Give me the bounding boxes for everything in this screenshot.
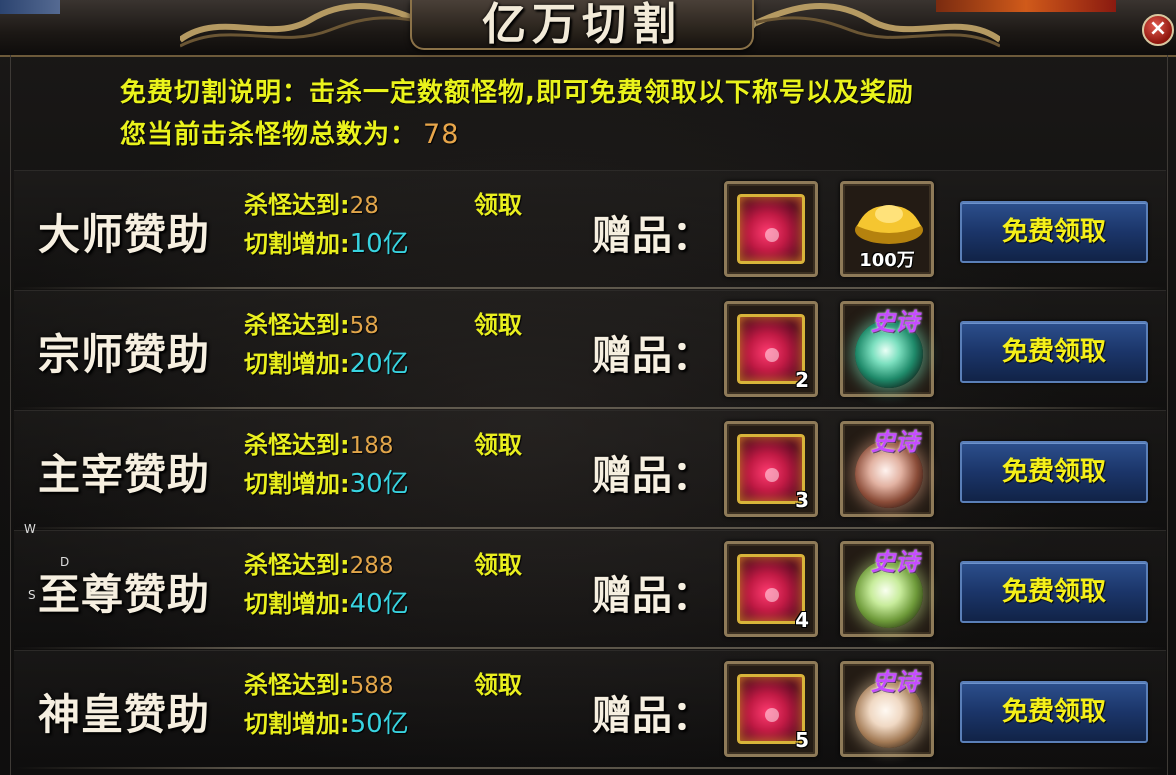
free-claim-button[interactable]: 免费领取 — [960, 321, 1148, 383]
reward-slot-bag[interactable]: 3 — [724, 421, 818, 517]
sponsor-title: 宗师赞助 — [38, 330, 211, 379]
kill-requirement-value: 588 — [349, 673, 394, 699]
kill-requirement: 杀怪达到:288 — [244, 545, 394, 580]
gift-label: 赠品： — [592, 212, 712, 259]
claim-status: 领取 — [474, 311, 522, 339]
reward-slot-bag[interactable] — [724, 181, 818, 277]
cut-bonus-label: 切割增加: — [244, 590, 350, 618]
kill-count-label: 您当前击杀怪物总数为： — [120, 120, 418, 150]
epic-badge: 史诗 — [871, 307, 919, 336]
kill-count-line: 您当前击杀怪物总数为： 78 — [120, 114, 459, 151]
sponsor-title: 至尊赞助 — [38, 570, 211, 619]
reward-slot-bag[interactable]: 5 — [724, 661, 818, 757]
sponsor-title: 神皇赞助 — [38, 690, 211, 739]
overlay-hint-w: W — [24, 522, 36, 536]
claim-status: 领取 — [474, 671, 522, 699]
row-divider — [14, 527, 1166, 529]
gift-label: 赠品： — [592, 692, 712, 739]
cut-bonus: 切割增加:10亿 — [244, 223, 409, 260]
cut-bonus-label: 切割增加: — [244, 230, 350, 258]
cut-bonus-value: 20亿 — [349, 349, 409, 379]
title-plate: 亿万切割 — [410, 0, 754, 50]
row-divider — [14, 287, 1166, 289]
bag-quantity: 5 — [795, 728, 809, 752]
gift-bag-icon — [737, 194, 805, 264]
cut-bonus-value: 30亿 — [349, 469, 409, 499]
kill-requirement-value: 188 — [349, 433, 394, 459]
row-divider — [14, 647, 1166, 649]
ingot-quantity: 100万 — [859, 250, 915, 271]
kill-requirement: 杀怪达到:188 — [244, 425, 394, 460]
reward-slot-secondary[interactable]: 史诗 — [840, 541, 934, 637]
reward-row: 至尊赞助 杀怪达到:288 切割增加:40亿 领取 赠品： 4 史诗 免费领取 — [14, 530, 1166, 649]
sponsor-title: 主宰赞助 — [38, 450, 211, 499]
epic-badge: 史诗 — [871, 427, 919, 456]
kill-requirement-label: 杀怪达到: — [244, 431, 350, 459]
epic-badge: 史诗 — [871, 667, 919, 696]
kill-requirement-label: 杀怪达到: — [244, 551, 350, 579]
free-cut-description: 免费切割说明：击杀一定数额怪物,即可免费领取以下称号以及奖励 — [120, 78, 914, 108]
reward-slot-bag[interactable]: 4 — [724, 541, 818, 637]
kill-requirement-label: 杀怪达到: — [244, 191, 350, 219]
claim-status: 领取 — [474, 191, 522, 219]
cut-bonus: 切割增加:30亿 — [244, 463, 409, 500]
reward-slot-secondary[interactable]: 史诗 — [840, 301, 934, 397]
kill-requirement-value: 288 — [349, 553, 394, 579]
gift-label: 赠品： — [592, 572, 712, 619]
bag-quantity: 2 — [795, 368, 809, 392]
cut-bonus: 切割增加:50亿 — [244, 703, 409, 740]
title-bar: 亿万切割 × — [0, 0, 1176, 57]
window-title: 亿万切割 — [482, 0, 682, 50]
kill-requirement: 杀怪达到:28 — [244, 185, 379, 220]
free-claim-button[interactable]: 免费领取 — [960, 201, 1148, 263]
cut-bonus-label: 切割增加: — [244, 470, 350, 498]
kill-requirement: 杀怪达到:588 — [244, 665, 394, 700]
epic-badge: 史诗 — [871, 547, 919, 576]
gift-label: 赠品： — [592, 452, 712, 499]
reward-slot-secondary[interactable]: 史诗 — [840, 421, 934, 517]
reward-row: 宗师赞助 杀怪达到:58 切割增加:20亿 领取 赠品： 2 史诗 免费领取 — [14, 290, 1166, 409]
kill-requirement-value: 28 — [349, 193, 379, 219]
cut-bonus: 切割增加:20亿 — [244, 343, 409, 380]
free-claim-button[interactable]: 免费领取 — [960, 681, 1148, 743]
reward-row: 神皇赞助 杀怪达到:588 切割增加:50亿 领取 赠品： 5 史诗 免费领取 — [14, 650, 1166, 769]
overlay-hint-s: S — [28, 588, 36, 602]
gold-ingot-icon — [855, 205, 923, 244]
cut-bonus-label: 切割增加: — [244, 710, 350, 738]
cut-bonus-value: 10亿 — [349, 229, 409, 259]
kill-requirement-value: 58 — [349, 313, 379, 339]
bag-quantity: 3 — [795, 488, 809, 512]
overlay-hint-d: D — [60, 555, 70, 569]
free-claim-button[interactable]: 免费领取 — [960, 441, 1148, 503]
bag-quantity: 4 — [795, 608, 809, 632]
claim-status: 领取 — [474, 551, 522, 579]
reward-slot-bag[interactable]: 2 — [724, 301, 818, 397]
cut-bonus-value: 40亿 — [349, 589, 409, 619]
sponsor-title: 大师赞助 — [38, 210, 211, 259]
free-claim-button[interactable]: 免费领取 — [960, 561, 1148, 623]
event-panel: 亿万切割 × 免费切割说明：击杀一定数额怪物,即可免费领取以下称号以及奖励 您当… — [0, 0, 1176, 775]
background-scene-left — [0, 0, 60, 14]
gift-label: 赠品： — [592, 332, 712, 379]
row-divider — [14, 407, 1166, 409]
kill-requirement-label: 杀怪达到: — [244, 311, 350, 339]
cut-bonus-value: 50亿 — [349, 709, 409, 739]
reward-row: 大师赞助 杀怪达到:28 切割增加:10亿 领取 赠品： 100万 免费领取 — [14, 170, 1166, 289]
reward-slot-secondary[interactable]: 史诗 — [840, 661, 934, 757]
row-divider — [14, 767, 1166, 769]
reward-row: 主宰赞助 杀怪达到:188 切割增加:30亿 领取 赠品： 3 史诗 免费领取 — [14, 410, 1166, 529]
kill-requirement: 杀怪达到:58 — [244, 305, 379, 340]
cut-bonus: 切割增加:40亿 — [244, 583, 409, 620]
close-button[interactable]: × — [1142, 14, 1174, 46]
claim-status: 领取 — [474, 431, 522, 459]
cut-bonus-label: 切割增加: — [244, 350, 350, 378]
reward-slot-secondary[interactable]: 100万 — [840, 181, 934, 277]
kill-count-value: 78 — [423, 119, 460, 150]
kill-requirement-label: 杀怪达到: — [244, 671, 350, 699]
